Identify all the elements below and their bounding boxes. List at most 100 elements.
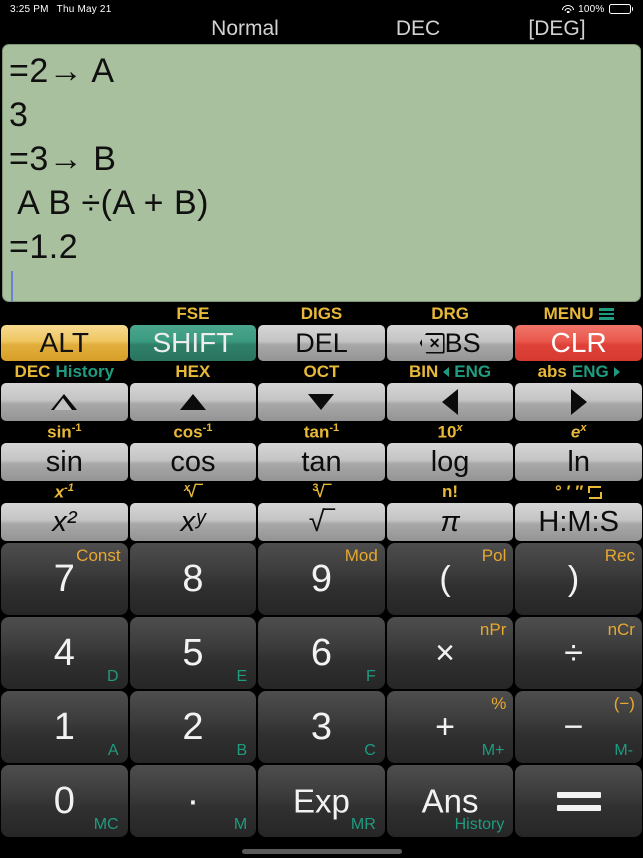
key-minus-memory-label: M- — [614, 742, 633, 759]
dec-history-label: DEC History — [14, 362, 115, 381]
status-date: Thu May 21 — [56, 3, 112, 15]
text-cursor — [11, 271, 13, 301]
mode-indicator-row: Normal DEC [DEG] — [0, 17, 643, 44]
keypad-row-function: ALT FSE SHIFT DIGS DEL DRG ✕ BS MENU CLR — [0, 304, 643, 362]
key-8[interactable]: 8 — [129, 543, 257, 615]
backspace-key[interactable]: ✕ BS — [386, 325, 514, 361]
triangle-left-icon — [442, 389, 459, 415]
alt-top-label — [0, 304, 129, 324]
keypad: ALT FSE SHIFT DIGS DEL DRG ✕ BS MENU CLR… — [0, 304, 643, 838]
key-ans[interactable]: Ans History — [386, 765, 514, 837]
battery-percent-label: 100% — [578, 3, 605, 15]
nav-up-key[interactable] — [129, 383, 257, 421]
alt-key[interactable]: ALT — [1, 325, 128, 361]
atan-label: tan-1 — [303, 421, 340, 442]
battery-icon — [608, 4, 633, 14]
factorial-label: n! — [442, 482, 459, 501]
key-4-hex-label: D — [107, 668, 119, 685]
keypad-row-456: 4 D 5 E 6 F × nPr ÷ nCr — [0, 616, 643, 690]
cos-key[interactable]: cos — [129, 443, 257, 481]
key-3[interactable]: 3 C — [258, 691, 385, 763]
x-squared-key[interactable]: x² — [1, 503, 128, 541]
key-decimal-memory-label: M — [233, 816, 248, 833]
asin-label: sin-1 — [47, 421, 82, 442]
key-0-memory-clear-label: MC — [93, 816, 119, 833]
key-divide-alt-label: nCr — [607, 620, 635, 639]
key-5[interactable]: 5 E — [129, 617, 257, 689]
menu-label: MENU — [514, 304, 643, 324]
x-pow-y-key[interactable]: xʸ — [129, 503, 257, 541]
eng-left-arrow-icon — [443, 367, 450, 377]
key-exp-memory-recall-label: MR — [350, 816, 376, 833]
key-open-paren[interactable]: ( Pol — [386, 543, 514, 615]
key-plus-memory-label: M+ — [481, 742, 505, 759]
pi-key[interactable]: π — [386, 503, 514, 541]
ln-key[interactable]: ln — [515, 443, 642, 481]
home-indicator — [241, 849, 402, 854]
key-0[interactable]: 0 MC — [1, 765, 128, 837]
wifi-icon — [562, 4, 575, 14]
tan-key[interactable]: tan — [258, 443, 385, 481]
calculator-display[interactable]: =2→ A 3 =3→ B A B ÷(A + B) =1.2 — [2, 44, 641, 302]
key-1[interactable]: 1 A — [1, 691, 128, 763]
key-9[interactable]: 9 Mod — [258, 543, 385, 615]
calculator-app: 3:25 PM Thu May 21 100% Normal DEC [DEG]… — [0, 0, 643, 858]
x-root-label: x √‾ — [183, 482, 202, 501]
abs-eng-right-label: abs ENG — [514, 362, 643, 382]
key-multiply[interactable]: × nPr — [386, 617, 514, 689]
fse-label: FSE — [176, 304, 210, 323]
key-3-hex-label: C — [364, 742, 376, 759]
key-2[interactable]: 2 B — [129, 691, 257, 763]
keypad-row-trig: sin-1 sin cos-1 cos tan-1 tan 10x log ex… — [0, 422, 643, 482]
triangle-up-icon — [179, 394, 206, 410]
backspace-icon: ✕ — [419, 332, 445, 354]
hex-label: HEX — [175, 362, 211, 381]
nav-down-key[interactable] — [258, 383, 385, 421]
keypad-row-789: 7 Const 8 9 Mod ( Pol ) Rec — [0, 542, 643, 616]
key-4[interactable]: 4 D — [1, 617, 128, 689]
display-line-5: =1.2 — [9, 228, 79, 266]
swap-icon — [588, 485, 603, 499]
key-decimal-point[interactable]: · M — [129, 765, 257, 837]
status-right: 100% — [562, 4, 633, 15]
status-bar: 3:25 PM Thu May 21 100% — [0, 0, 643, 18]
key-close-paren-alt-label: Rec — [604, 546, 635, 565]
sin-key[interactable]: sin — [1, 443, 128, 481]
key-minus[interactable]: − (−) M- — [515, 691, 642, 763]
base-mode-label: DEC — [395, 17, 441, 40]
key-close-paren[interactable]: ) Rec — [515, 543, 642, 615]
hms-key[interactable]: H:M:S — [515, 503, 642, 541]
clear-key[interactable]: CLR — [515, 325, 642, 361]
calc-mode-label: Normal — [211, 17, 279, 40]
key-exp[interactable]: Exp MR — [258, 765, 385, 837]
nav-up-outline-key[interactable] — [1, 383, 128, 421]
triangle-down-icon — [308, 394, 335, 410]
key-6[interactable]: 6 F — [258, 617, 385, 689]
key-plus-percent-label: % — [491, 694, 507, 713]
key-minus-negate-label: (−) — [613, 694, 635, 713]
key-7-alt-label: Const — [76, 546, 121, 565]
bin-eng-left-label: BIN ENG — [409, 362, 492, 381]
nav-right-key[interactable] — [515, 383, 642, 421]
key-multiply-alt-label: nPr — [479, 620, 507, 639]
ten-pow-x-label: 10x — [437, 421, 463, 442]
key-9-alt-label: Mod — [344, 546, 378, 565]
e-pow-x-label: ex — [570, 421, 587, 442]
shift-key[interactable]: SHIFT — [129, 325, 257, 361]
status-left: 3:25 PM Thu May 21 — [10, 4, 111, 15]
display-line-4: A B ÷(A + B) — [9, 184, 209, 222]
key-divide[interactable]: ÷ nCr — [515, 617, 642, 689]
keypad-row-zero: 0 MC · M Exp MR Ans History — [0, 764, 643, 838]
acos-label: cos-1 — [173, 421, 213, 442]
nav-left-key[interactable] — [386, 383, 514, 421]
key-7[interactable]: 7 Const — [1, 543, 128, 615]
square-root-key[interactable]: √‾ — [258, 503, 385, 541]
status-time: 3:25 PM — [10, 3, 49, 15]
key-equals[interactable] — [515, 765, 642, 837]
dms-label: ° ′ ″ — [514, 482, 643, 502]
log-key[interactable]: log — [386, 443, 514, 481]
del-key[interactable]: DEL — [258, 325, 385, 361]
hamburger-menu-icon[interactable] — [598, 308, 614, 320]
keypad-row-navigation: DEC History HEX OCT BIN ENG abs ENG — [0, 362, 643, 422]
key-plus[interactable]: + % M+ — [386, 691, 514, 763]
